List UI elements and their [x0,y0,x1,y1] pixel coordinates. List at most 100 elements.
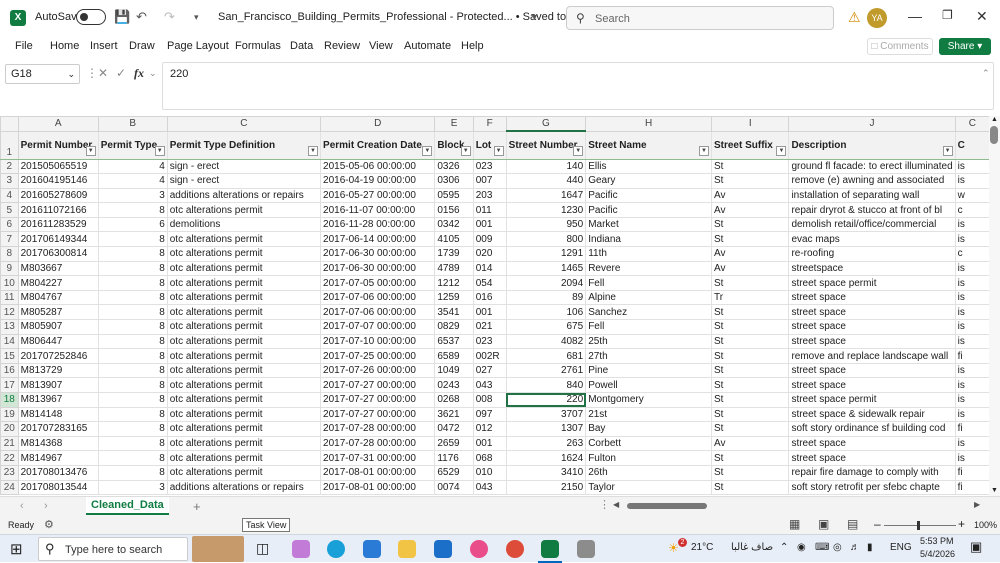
edge-icon[interactable] [327,540,345,558]
cell[interactable]: Av [710,246,790,262]
cell[interactable]: 2017-07-27 00:00:00 [320,406,436,423]
customize-toolbar-icon[interactable]: ▾ [194,12,199,23]
cell[interactable]: is [954,275,990,291]
cell[interactable]: is [954,377,990,393]
cell[interactable]: repair dryrot & stucco at front of bl [788,202,956,218]
row-header[interactable]: 10 [0,275,19,291]
cell[interactable]: 2150 [505,479,587,496]
table-header-cell[interactable]: Permit Type ▼ [97,130,168,160]
paint-icon[interactable] [577,540,595,558]
cell[interactable]: 001 [472,304,507,321]
cell[interactable]: Av [710,260,790,277]
cell[interactable]: is [954,362,990,379]
cell[interactable]: Fell [585,275,712,291]
document-title[interactable]: San_Francisco_Building_Permits_Professio… [218,11,605,23]
filter-dropdown-icon[interactable]: ▼ [422,145,433,156]
cell[interactable]: 6589 [434,348,474,364]
cell[interactable]: street space [788,333,956,350]
cell[interactable]: otc alterations permit [166,246,322,262]
cell[interactable]: fi [954,421,990,437]
cell[interactable]: St [710,362,790,379]
tab-formulas[interactable]: Formulas [235,40,281,52]
table-header-cell[interactable]: Permit Number ▼ [17,130,99,160]
cell[interactable]: M805907 [17,319,99,335]
row-header[interactable]: 6 [0,216,19,233]
cell[interactable]: Corbett [585,435,712,452]
insert-function-icon[interactable]: fx [134,66,144,81]
cell[interactable]: street space permit [788,275,956,291]
cell[interactable]: is [954,406,990,423]
cell[interactable]: 010 [472,464,507,481]
cell[interactable]: 0595 [434,187,474,204]
row-header[interactable]: 24 [0,479,19,496]
cell[interactable]: 106 [505,304,587,321]
tray-chevron-icon[interactable]: ⌃ [780,542,788,553]
cell[interactable]: 1307 [505,421,587,437]
cell[interactable]: Alpine [585,289,712,306]
row-header[interactable]: 23 [0,464,19,481]
cell[interactable]: 020 [472,246,507,262]
cell[interactable]: otc alterations permit [166,348,322,364]
cell[interactable]: 8 [97,202,168,218]
row-header[interactable]: 11 [0,289,19,306]
cell[interactable]: 8 [97,304,168,321]
close-icon[interactable]: ✕ [976,8,988,25]
cell[interactable]: 1230 [505,202,587,218]
cell[interactable]: St [710,406,790,423]
clock-time[interactable]: 5:53 PM [920,536,954,546]
cell[interactable]: St [710,392,790,408]
cell[interactable]: 2017-06-30 00:00:00 [320,260,436,277]
volume-icon[interactable]: ♬ [850,542,860,553]
cell[interactable]: 2017-07-05 00:00:00 [320,275,436,291]
cell[interactable]: St [710,421,790,437]
cell[interactable]: 201611283529 [17,216,99,233]
cell[interactable]: fi [954,348,990,364]
cell[interactable]: demolish retail/office/commercial [788,216,956,233]
cell[interactable]: 016 [472,289,507,306]
cell[interactable]: otc alterations permit [166,406,322,423]
outlook-icon[interactable] [434,540,452,558]
chrome-icon[interactable] [506,540,524,558]
tab-draw[interactable]: Draw [129,40,155,52]
cell[interactable]: street space [788,362,956,379]
column-header[interactable]: F [472,116,507,132]
cell[interactable]: Tr [710,289,790,306]
cell[interactable]: 4082 [505,333,587,350]
cell[interactable]: M803667 [17,260,99,277]
table-header-cell[interactable]: Street Number ▼ [505,130,587,160]
more-dots-icon[interactable]: ⋮ [86,66,98,80]
cell[interactable]: 0829 [434,319,474,335]
cell[interactable]: otc alterations permit [166,289,322,306]
tab-data[interactable]: Data [290,40,313,52]
cell[interactable]: 800 [505,231,587,248]
cell[interactable]: 89 [505,289,587,306]
cell[interactable]: M813729 [17,362,99,379]
cell[interactable]: ground fl facade: to erect illuminated [788,158,956,175]
cell[interactable]: St [710,275,790,291]
scroll-right-icon[interactable]: ▶ [974,500,980,509]
share-button[interactable]: Share ▾ [939,38,991,55]
filter-dropdown-icon[interactable]: ▼ [573,145,584,156]
table-header-cell[interactable]: Permit Type Definition ▼ [166,130,322,160]
cell[interactable]: 201604195146 [17,173,99,189]
cell[interactable]: 4105 [434,231,474,248]
cell[interactable]: 001 [472,435,507,452]
cell[interactable]: 8 [97,275,168,291]
cell[interactable]: 6537 [434,333,474,350]
filter-dropdown-icon[interactable]: ▼ [85,145,96,156]
row-header[interactable]: 7 [0,231,19,248]
cell[interactable]: St [710,158,790,175]
cell[interactable]: 3707 [505,406,587,423]
cell[interactable]: 2017-07-27 00:00:00 [320,392,436,408]
cell[interactable]: St [710,333,790,350]
cell[interactable]: M805287 [17,304,99,321]
cell[interactable]: installation of separating wall [788,187,956,204]
cell[interactable]: 014 [472,260,507,277]
cell[interactable]: Fulton [585,450,712,466]
cell[interactable]: 140 [505,158,587,175]
formula-chevron-icon[interactable]: ⌄ [149,68,157,79]
cell[interactable]: is [954,216,990,233]
cell[interactable]: Pine [585,362,712,379]
minimize-icon[interactable]: — [908,8,922,24]
cell[interactable]: M814148 [17,406,99,423]
